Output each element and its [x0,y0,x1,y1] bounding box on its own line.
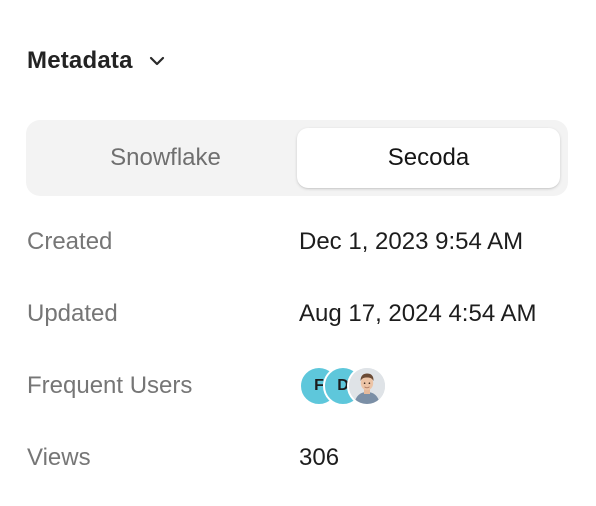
metadata-fields: Created Dec 1, 2023 9:54 AM Updated Aug … [27,206,587,494]
frequent-users-avatars: F D [299,366,387,406]
created-value: Dec 1, 2023 9:54 AM [299,228,524,255]
source-tab-switcher: Snowflake Secoda [26,120,568,196]
views-row: Views 306 [27,422,587,494]
metadata-section-toggle[interactable]: Metadata [27,44,167,78]
created-row: Created Dec 1, 2023 9:54 AM [27,206,587,278]
frequent-users-row: Frequent Users F D [27,350,587,422]
updated-row: Updated Aug 17, 2024 4:54 AM [27,278,587,350]
updated-label: Updated [27,300,118,327]
chevron-down-icon [147,51,167,71]
updated-value: Aug 17, 2024 4:54 AM [299,300,537,327]
metadata-title: Metadata [27,47,133,74]
tab-secoda[interactable]: Secoda [297,128,560,188]
frequent-users-label: Frequent Users [27,372,193,399]
user-photo-icon [349,368,385,404]
views-value: 306 [299,444,340,471]
tab-snowflake-label: Snowflake [110,144,221,171]
metadata-panel: Metadata Snowflake Secoda Created Dec 1,… [0,0,596,506]
avatar-photo[interactable] [347,366,387,406]
tab-snowflake[interactable]: Snowflake [34,128,297,188]
views-label: Views [27,444,91,471]
created-label: Created [27,228,113,255]
tab-secoda-label: Secoda [387,144,470,171]
